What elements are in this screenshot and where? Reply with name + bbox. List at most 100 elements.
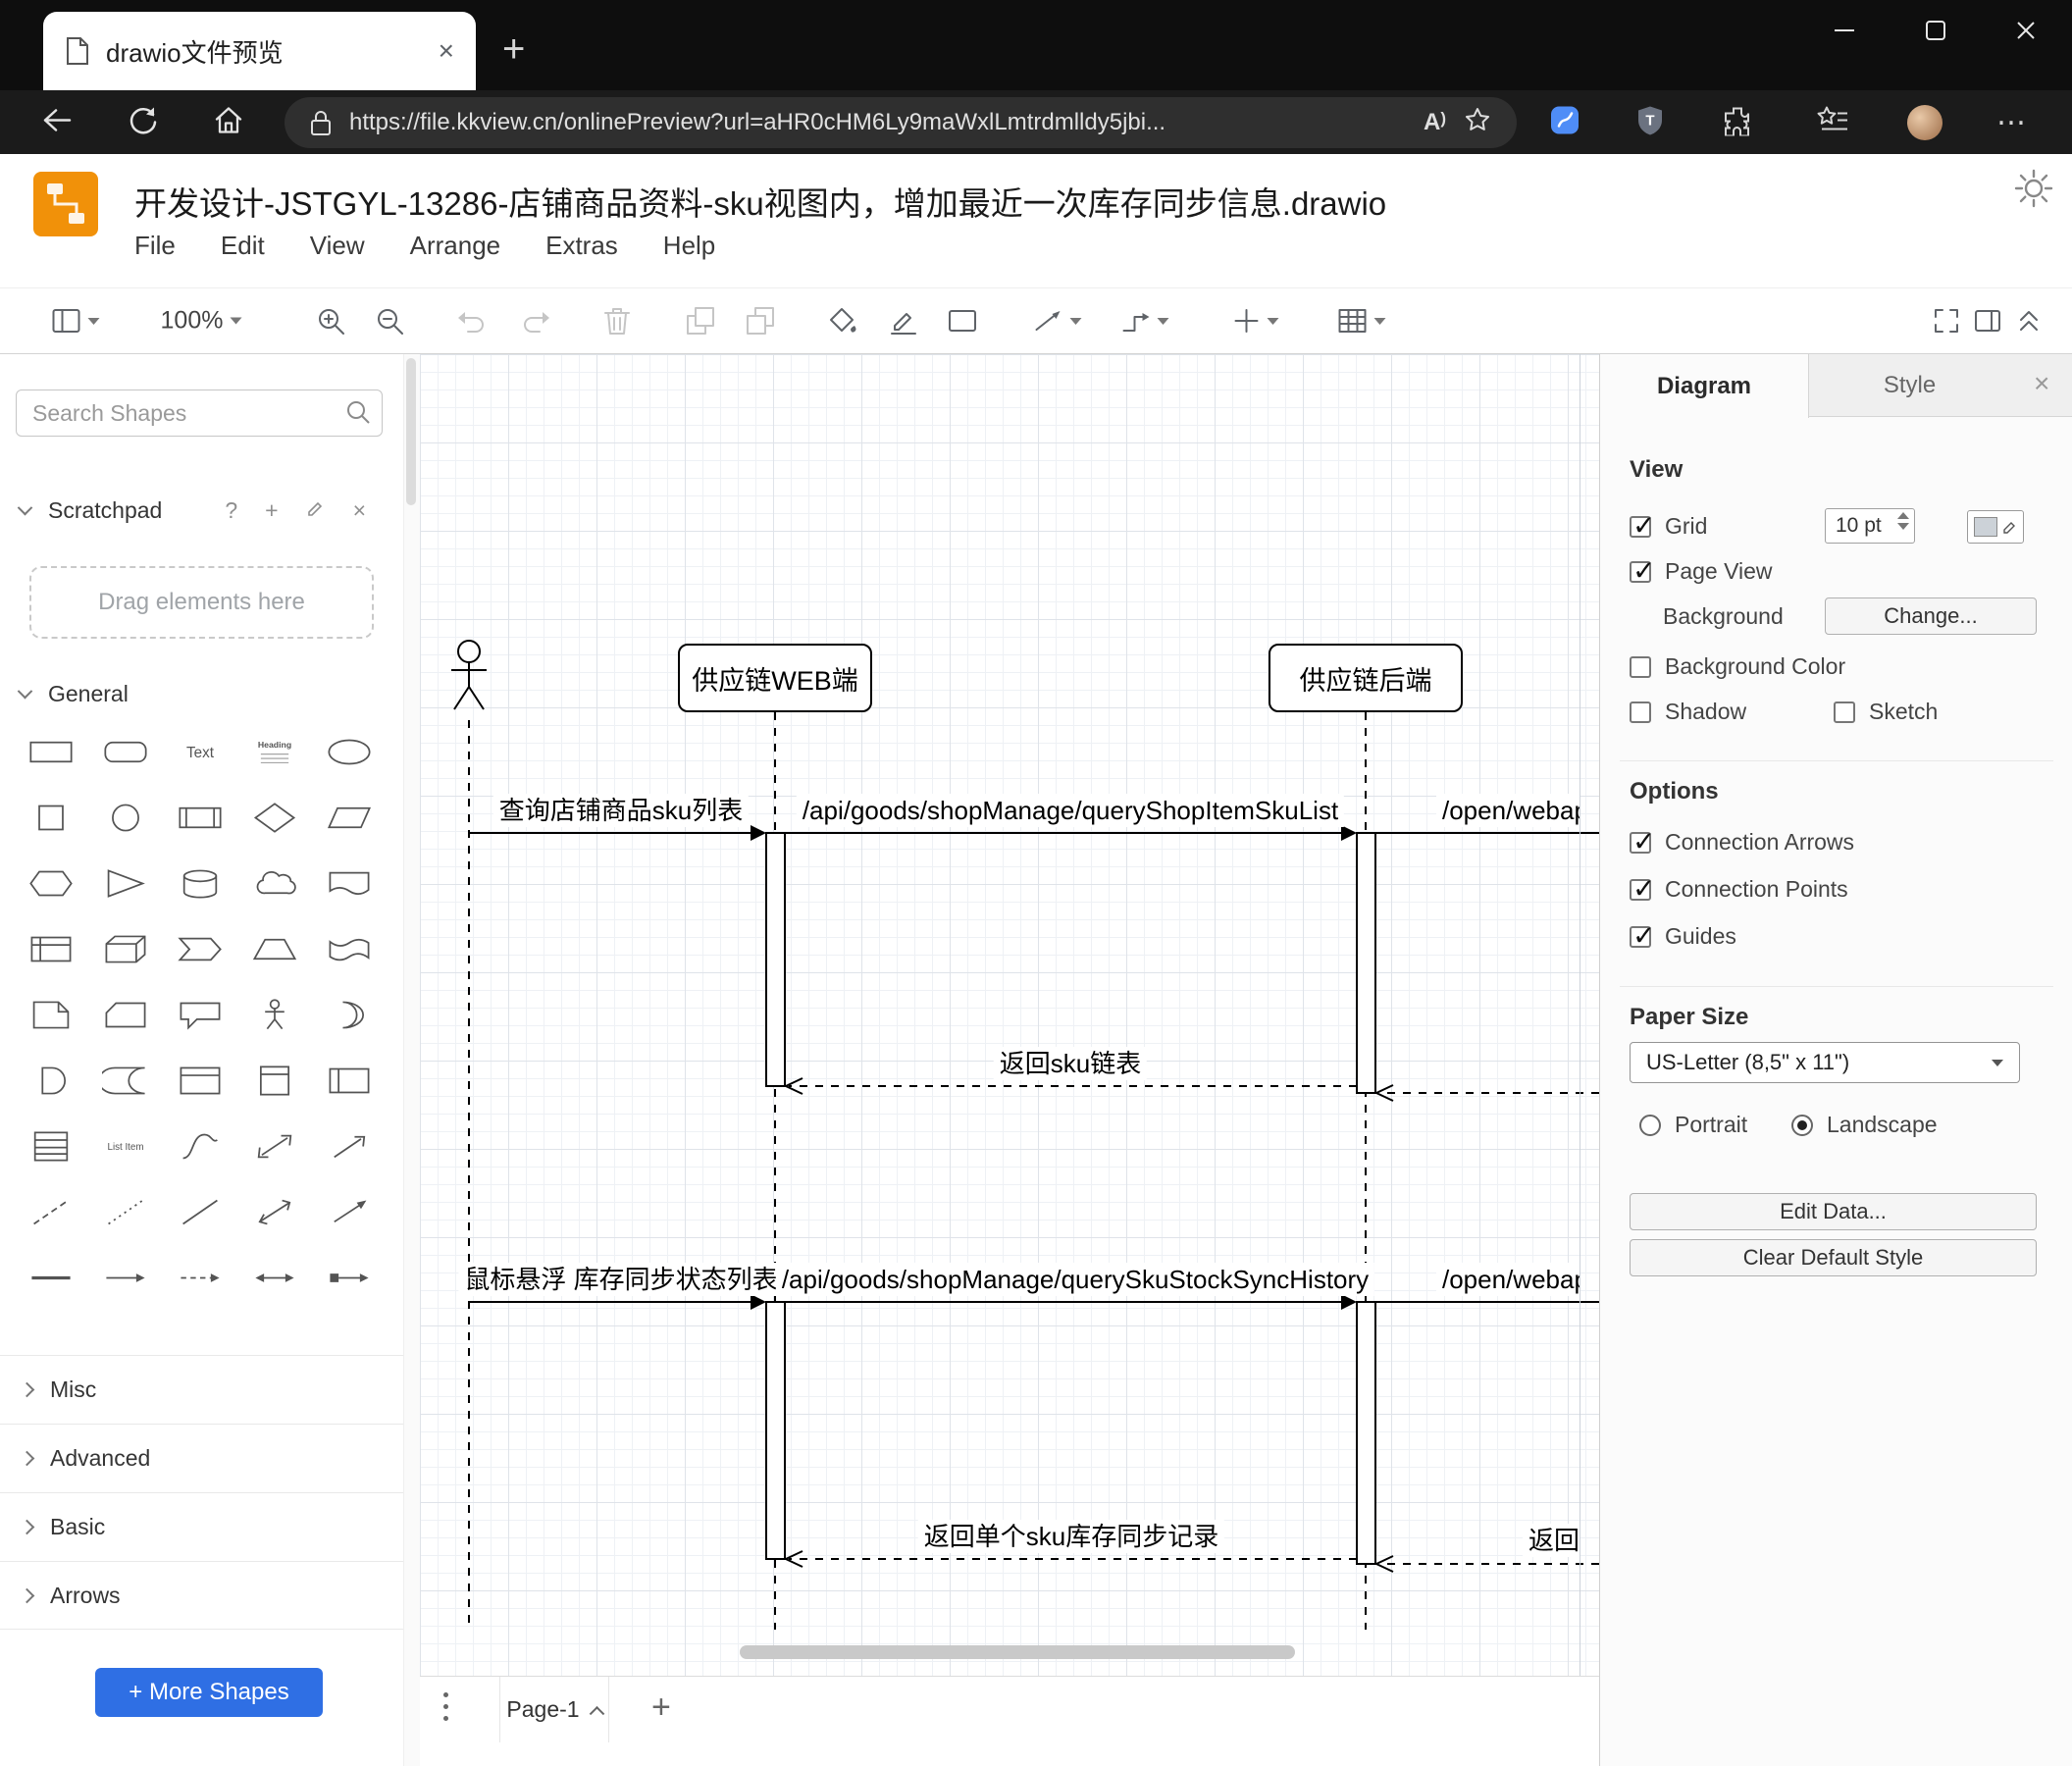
connection-points-checkbox[interactable] <box>1630 872 1655 905</box>
rounded-rectangle-shape[interactable] <box>88 719 163 785</box>
curve-shape[interactable] <box>163 1114 237 1179</box>
tab-close-icon[interactable]: × <box>439 37 454 65</box>
connection-arrows-checkbox[interactable] <box>1630 825 1655 857</box>
container-shape[interactable] <box>163 1048 237 1114</box>
redo-button[interactable] <box>520 308 551 334</box>
ellipse-shape[interactable] <box>312 719 387 785</box>
step-shape[interactable] <box>163 916 237 982</box>
bidirectional-arrow-shape[interactable] <box>237 1114 312 1179</box>
search-shapes-input[interactable] <box>16 390 383 437</box>
menu-help[interactable]: Help <box>663 231 715 261</box>
menu-view[interactable]: View <box>310 231 365 261</box>
process-shape[interactable] <box>163 785 237 851</box>
read-aloud-icon[interactable]: A) <box>1424 109 1446 136</box>
scratchpad-help-icon[interactable]: ? <box>225 497 237 524</box>
list-shape[interactable] <box>14 1114 88 1179</box>
backend-activation-bar-2[interactable] <box>1356 1301 1376 1565</box>
window-close-button[interactable] <box>1995 0 2056 61</box>
insert-button[interactable] <box>1233 307 1279 335</box>
line-color-button[interactable] <box>889 306 918 336</box>
dotted-line-shape[interactable] <box>88 1179 163 1245</box>
message-label-return-sku-list[interactable]: 返回sku链表 <box>993 1047 1148 1080</box>
horizontal-line-shape[interactable] <box>14 1245 88 1311</box>
back-button[interactable] <box>40 105 74 139</box>
zoom-level-button[interactable]: 100% <box>161 307 242 336</box>
double-horizontal-arrow-shape[interactable] <box>237 1245 312 1311</box>
horizontal-arrow-shape[interactable] <box>88 1245 163 1311</box>
shield-extension-icon[interactable]: T <box>1636 104 1664 140</box>
and-shape[interactable] <box>14 1048 88 1114</box>
zoom-in-button[interactable] <box>316 306 345 336</box>
new-tab-button[interactable]: + <box>502 27 525 72</box>
shadow-checkbox[interactable] <box>1630 701 1651 723</box>
menu-edit[interactable]: Edit <box>221 231 265 261</box>
dashed-line-shape[interactable] <box>14 1179 88 1245</box>
lifeline-box-web[interactable]: 供应链WEB端 <box>678 644 872 712</box>
browser-tab[interactable]: drawio文件预览 × <box>43 12 476 90</box>
portrait-radio[interactable] <box>1639 1114 1661 1136</box>
add-page-button[interactable]: + <box>651 1688 671 1727</box>
cloud-shape[interactable] <box>237 851 312 916</box>
card-shape[interactable] <box>88 982 163 1048</box>
misc-section-header[interactable]: Misc <box>0 1355 403 1424</box>
landscape-radio[interactable] <box>1791 1114 1813 1136</box>
return-arrows[interactable] <box>789 1085 1599 1565</box>
diamond-shape[interactable] <box>237 785 312 851</box>
format-panel-toggle-button[interactable] <box>1974 309 2001 333</box>
cylinder-shape[interactable] <box>163 851 237 916</box>
tape-shape[interactable] <box>312 916 387 982</box>
cube-shape[interactable] <box>88 916 163 982</box>
square-shape[interactable] <box>14 785 88 851</box>
arrows-section-header[interactable]: Arrows <box>0 1561 403 1630</box>
heading-shape[interactable]: Heading <box>237 719 312 785</box>
panel-close-icon[interactable]: × <box>2034 368 2049 399</box>
grid-size-stepper[interactable] <box>1897 512 1909 530</box>
page-view-checkbox[interactable] <box>1630 554 1655 587</box>
web-activation-bar-1[interactable] <box>765 832 786 1087</box>
internal-storage-shape[interactable] <box>14 916 88 982</box>
menu-arrange[interactable]: Arrange <box>410 231 501 261</box>
backend-activation-bar-1[interactable] <box>1356 832 1376 1094</box>
list-item-shape[interactable]: List Item <box>88 1114 163 1179</box>
scratchpad-drop-area[interactable]: Drag elements here <box>29 566 374 639</box>
zoom-out-button[interactable] <box>375 306 404 336</box>
message-label-return-truncated[interactable]: 返回 <box>1523 1524 1580 1557</box>
or-shape[interactable] <box>312 982 387 1048</box>
rectangle-shape[interactable] <box>14 719 88 785</box>
extensions-puzzle-icon[interactable] <box>1722 104 1753 140</box>
cross-arrow-shape[interactable] <box>312 1245 387 1311</box>
text-shape[interactable]: Text <box>163 719 237 785</box>
home-button[interactable] <box>213 104 244 140</box>
web-activation-bar-2[interactable] <box>765 1301 786 1560</box>
sidebar-scrollbar-track[interactable] <box>403 354 420 1766</box>
paper-size-select[interactable]: US-Letter (8,5" x 11") <box>1630 1042 2020 1083</box>
window-maximize-button[interactable] <box>1905 0 1966 61</box>
line-shape[interactable] <box>163 1179 237 1245</box>
parallelogram-shape[interactable] <box>312 785 387 851</box>
basic-section-header[interactable]: Basic <box>0 1492 403 1561</box>
page-tab[interactable]: Page-1 <box>499 1677 609 1742</box>
trapezoid-shape[interactable] <box>237 916 312 982</box>
undo-button[interactable] <box>456 308 488 334</box>
hexagon-shape[interactable] <box>14 851 88 916</box>
data-storage-shape[interactable] <box>88 1048 163 1114</box>
sidebar-scrollbar-thumb[interactable] <box>406 358 416 505</box>
scratchpad-add-icon[interactable]: + <box>265 497 278 524</box>
note-shape[interactable] <box>14 982 88 1048</box>
table-button[interactable] <box>1338 308 1386 334</box>
to-back-button[interactable] <box>746 306 775 336</box>
vertical-container-shape[interactable] <box>237 1048 312 1114</box>
favorites-bar-icon[interactable] <box>1816 105 1849 139</box>
favorite-star-icon[interactable] <box>1464 106 1491 140</box>
shape-style-button[interactable] <box>948 309 977 333</box>
horizontal-scrollbar-thumb[interactable] <box>740 1645 1295 1659</box>
menu-extras[interactable]: Extras <box>545 231 618 261</box>
directional-connector-shape[interactable] <box>312 1179 387 1245</box>
circle-shape[interactable] <box>88 785 163 851</box>
arrow-shape[interactable] <box>312 1114 387 1179</box>
collapse-toolbar-button[interactable] <box>2017 308 2041 334</box>
triangle-shape[interactable] <box>88 851 163 916</box>
delete-button[interactable] <box>603 306 631 336</box>
message-label-open-webapi-item[interactable]: /open/webapi/item <box>1436 1263 1580 1296</box>
grid-color-swatch-button[interactable] <box>1967 510 2024 544</box>
